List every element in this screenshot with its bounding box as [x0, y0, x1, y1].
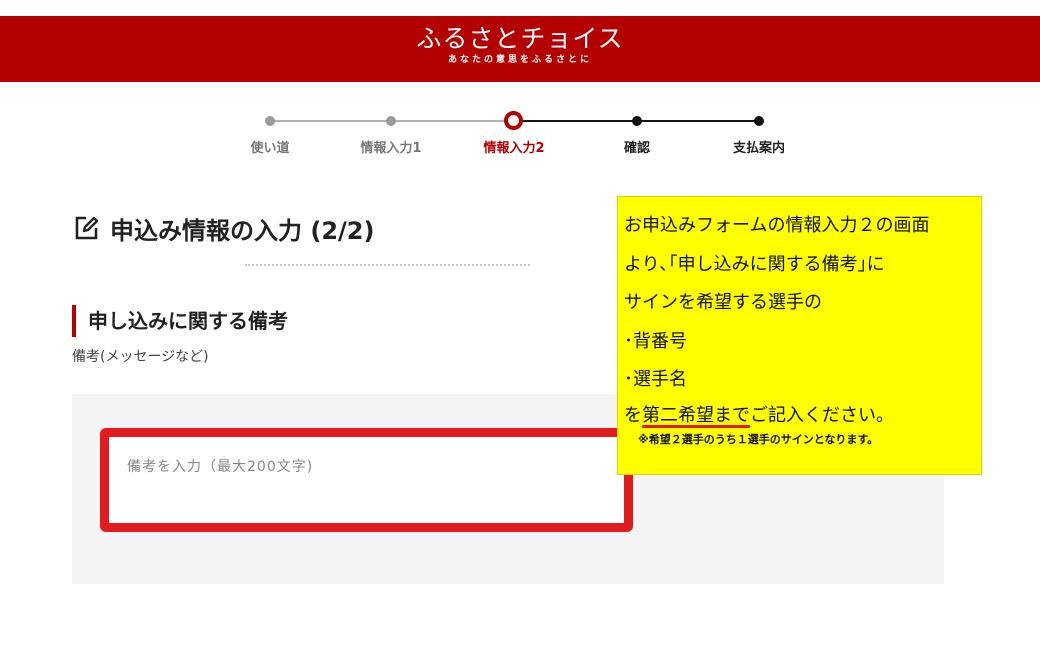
step-label-5: 支払案内	[732, 141, 785, 156]
title-divider	[245, 264, 530, 266]
step-dot-3-current	[504, 111, 523, 130]
note-underlined-text: 第二希望まで	[642, 404, 750, 426]
note-suffix: ご記入ください。	[750, 404, 894, 426]
instruction-note: お申込みフォームの情報入力２の画面 より､｢申し込みに関する備考｣に サインを希…	[617, 196, 982, 475]
step-dot-1	[265, 116, 275, 126]
note-footnote: ※希望２選手のうち１選手のサインとなります。	[638, 432, 879, 446]
note-line-6: を第二希望までご記入ください。	[624, 404, 975, 428]
note-line-2: より､｢申し込みに関する備考｣に	[624, 253, 885, 275]
site-logo[interactable]: ふるさとチョイス あなたの意思をふるさとに	[0, 24, 1040, 66]
remarks-textarea[interactable]	[109, 437, 624, 523]
step-label-2: 情報入力1	[360, 141, 422, 156]
note-line-4: ･背番号	[624, 330, 687, 352]
step-dot-2	[386, 116, 396, 126]
logo-tagline: あなたの意思をふるさとに	[447, 55, 592, 65]
page-title-text: 申込み情報の入力 (2/2)	[110, 216, 375, 245]
edit-icon	[75, 216, 99, 240]
step-dot-4	[632, 116, 642, 126]
step-label-4: 確認	[623, 141, 650, 156]
note-line-5: ･選手名	[624, 369, 687, 390]
site-header: ふるさとチョイス あなたの意思をふるさとに	[0, 16, 1040, 82]
step-dot-5	[754, 116, 764, 126]
remarks-field-label: 備考(メッセージなど)	[72, 349, 209, 365]
page-title: 申込み情報の入力 (2/2)	[72, 208, 374, 248]
section-heading: 申し込みに関する備考	[72, 305, 288, 337]
note-prefix: を	[624, 404, 642, 426]
step-label-1: 使い道	[250, 141, 290, 156]
progress-stepper: 使い道 情報入力1 情報入力2 確認 支払案内	[0, 110, 1040, 160]
step-label-3: 情報入力2	[483, 141, 545, 156]
note-line-1: お申込みフォームの情報入力２の画面	[624, 215, 930, 236]
logo-main-text: ふるさとチョイス	[416, 24, 624, 53]
note-line-3: サインを希望する選手の	[624, 292, 822, 313]
remarks-highlight-box	[100, 428, 633, 532]
